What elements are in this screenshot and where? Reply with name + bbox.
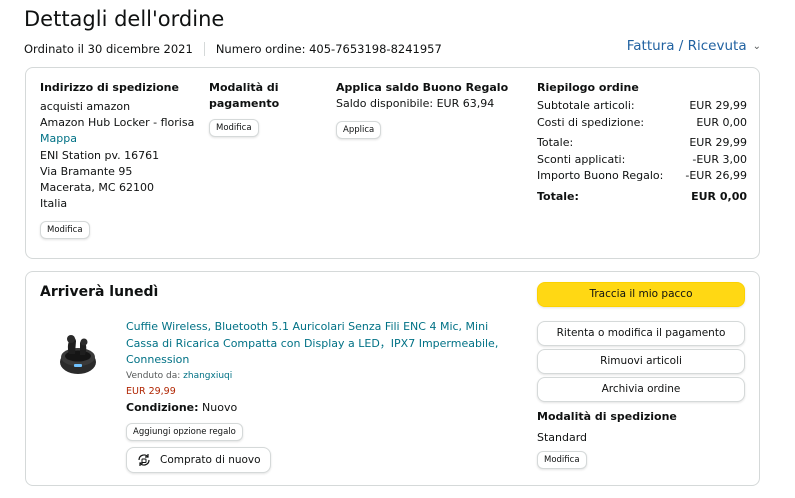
retry-payment-button[interactable]: Ritenta o modifica il pagamento xyxy=(537,321,745,346)
shipping-method-value: Standard xyxy=(537,431,588,444)
earbuds-case-image xyxy=(60,335,96,374)
page-title: Dettagli dell'ordine xyxy=(24,7,225,31)
edit-shipping-method-button[interactable]: Modifica xyxy=(537,451,587,469)
summary-row: Sconti applicati: -EUR 3,00 xyxy=(537,152,747,169)
summary-value: -EUR 3,00 xyxy=(692,152,747,166)
address-line: Via Bramante 95 xyxy=(40,164,133,178)
buy-again-label: Comprato di nuovo xyxy=(160,453,261,466)
invoice-label: Fattura / Ricevuta xyxy=(626,38,747,54)
apply-gift-card-button[interactable]: Applica xyxy=(336,121,382,140)
gift-card-title: Applica saldo Buono Regalo xyxy=(336,81,509,94)
summary-label: Sconti applicati: xyxy=(537,152,626,166)
map-link[interactable]: Mappa xyxy=(40,131,200,147)
shipping-method-title: Modalità di spedizione xyxy=(537,410,677,423)
address-line: Amazon Hub Locker - florisa xyxy=(40,116,195,130)
remove-items-button[interactable]: Rimuovi articoli xyxy=(537,349,745,374)
address-line: Italia xyxy=(40,197,68,211)
summary-label: Costi di spedizione: xyxy=(537,115,645,129)
gift-card-balance: Saldo disponibile: EUR 63,94 xyxy=(336,97,495,110)
summary-label: Totale: xyxy=(537,136,574,149)
condition-label: Condizione: xyxy=(126,400,199,414)
archive-order-button[interactable]: Archivia ordine xyxy=(537,377,745,402)
edit-payment-button[interactable]: Modifica xyxy=(209,119,259,137)
seller-link[interactable]: zhangxiuqi xyxy=(183,371,232,381)
product-image[interactable] xyxy=(48,324,108,384)
shipping-address-section: Indirizzo di spedizione acquisti amazon … xyxy=(40,80,200,240)
invoice-dropdown[interactable]: Fattura / Ricevuta ⌄ xyxy=(627,38,761,54)
buy-again-icon xyxy=(138,453,150,466)
order-info-box: Indirizzo di spedizione acquisti amazon … xyxy=(25,67,760,259)
summary-row: Importo Buono Regalo: -EUR 26,99 xyxy=(537,168,747,185)
add-gift-option-button[interactable]: Aggiungi opzione regalo xyxy=(126,422,243,441)
meta-divider xyxy=(203,42,205,56)
grand-total-label: Totale: xyxy=(537,189,579,203)
track-package-button[interactable]: Traccia il mio pacco xyxy=(537,282,745,307)
payment-title-1: Modalità di xyxy=(209,81,279,94)
shipment-box: Arriverà lunedì Cuffie Wireless, Bluetoo… xyxy=(25,271,760,486)
summary-label: Subtotale articoli: xyxy=(537,99,635,112)
chevron-down-icon: ⌄ xyxy=(752,40,761,52)
summary-row: Subtotale articoli: EUR 29,99 xyxy=(537,98,747,115)
gift-card-section: Applica saldo Buono Regalo Saldo disponi… xyxy=(336,80,516,140)
condition-value: Nuovo xyxy=(202,400,238,414)
seller-line: Venduto da: zhangxiuqi xyxy=(126,371,511,381)
summary-value: EUR 0,00 xyxy=(696,115,747,129)
order-actions: Traccia il mio pacco Ritenta o modifica … xyxy=(537,282,745,469)
product-price: EUR 29,99 xyxy=(126,385,176,397)
payment-title-2: pagamento xyxy=(209,97,280,110)
condition-line: Condizione: Nuovo xyxy=(126,401,511,414)
payment-section: Modalità di pagamento Modifica xyxy=(209,80,309,137)
summary-row: Costi di spedizione: EUR 0,00 xyxy=(537,115,747,132)
edit-address-button[interactable]: Modifica xyxy=(40,221,90,240)
summary-value: EUR 29,99 xyxy=(689,99,747,112)
order-date: Ordinato il 30 dicembre 2021 xyxy=(24,42,193,56)
order-summary-section: Riepilogo ordine Subtotale articoli: EUR… xyxy=(537,80,747,205)
arrival-heading: Arriverà lunedì xyxy=(40,284,159,300)
buy-again-button[interactable]: Comprato di nuovo xyxy=(126,446,271,473)
summary-row: Totale: EUR 29,99 xyxy=(537,135,747,152)
summary-value: -EUR 26,99 xyxy=(685,169,747,182)
summary-value: EUR 29,99 xyxy=(689,136,747,149)
product-title-link[interactable]: Cuffie Wireless, Bluetooth 5.1 Auricolar… xyxy=(126,319,511,369)
product-info: Cuffie Wireless, Bluetooth 5.1 Auricolar… xyxy=(126,319,511,473)
grand-total-value: EUR 0,00 xyxy=(691,189,747,203)
address-line: Macerata, MC 62100 xyxy=(40,181,155,195)
seller-label: Venduto da: xyxy=(126,370,181,381)
summary-title: Riepilogo ordine xyxy=(537,81,639,94)
shipping-address-title: Indirizzo di spedizione xyxy=(40,81,179,94)
grand-total-row: Totale: EUR 0,00 xyxy=(537,189,747,206)
address-line: ENI Station pv. 16761 xyxy=(40,148,160,162)
order-number: Numero ordine: 405-7653198-8241957 xyxy=(215,42,442,56)
address-line: acquisti amazon xyxy=(40,100,131,113)
summary-label: Importo Buono Regalo: xyxy=(537,169,664,182)
order-meta: Ordinato il 30 dicembre 2021 Numero ordi… xyxy=(24,42,442,56)
